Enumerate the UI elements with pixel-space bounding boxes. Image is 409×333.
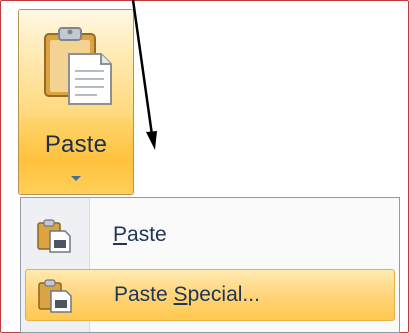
menu-accelerator: P — [113, 223, 128, 246]
paste-button-top[interactable] — [19, 10, 133, 119]
paste-split-button[interactable]: Paste — [18, 9, 134, 195]
paste-icon — [37, 219, 71, 253]
paste-button-label: Paste — [44, 131, 108, 158]
menu-label-rest: pecial... — [187, 283, 260, 306]
paste-dropdown-button[interactable]: Paste — [19, 118, 133, 194]
chevron-down-icon — [71, 176, 81, 181]
menu-accelerator: S — [173, 283, 188, 306]
menu-label-prefix: Paste — [114, 283, 174, 306]
paste-dropdown-menu: Paste Paste Special... — [20, 197, 400, 333]
menu-item-paste[interactable]: Paste — [25, 210, 395, 262]
clipboard-paste-icon — [44, 27, 112, 105]
menu-item-paste-special[interactable]: Paste Special... — [25, 269, 395, 321]
menu-item-label: Paste Special... — [114, 283, 260, 307]
menu-label-rest: aste — [127, 223, 167, 246]
paste-special-icon — [38, 279, 72, 313]
menu-item-label: Paste — [113, 223, 167, 247]
